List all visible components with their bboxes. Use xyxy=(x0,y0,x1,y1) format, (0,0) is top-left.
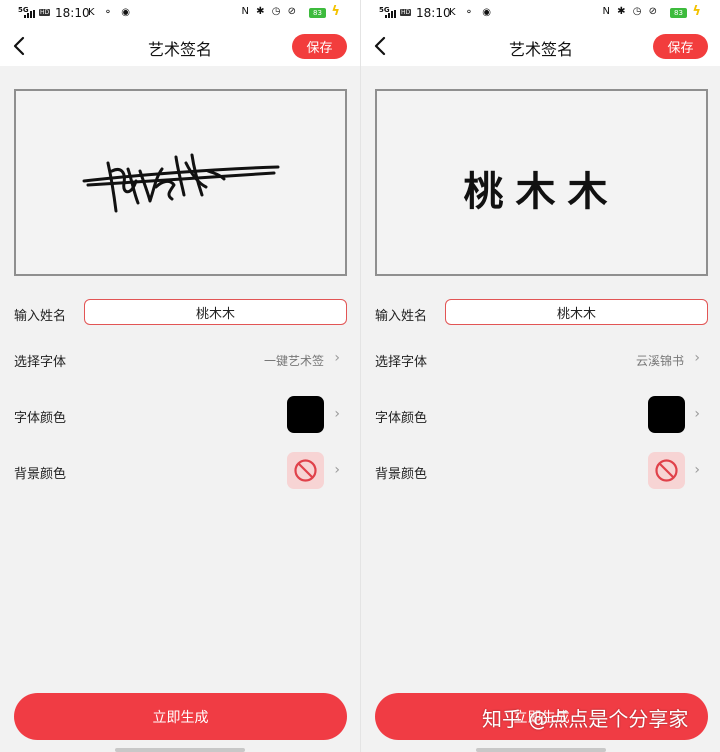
signal-icon xyxy=(385,10,397,18)
save-button[interactable]: 保存 xyxy=(653,34,708,59)
signal-icon xyxy=(24,10,36,18)
chevron-right-icon[interactable]: › xyxy=(694,463,700,477)
status-bar: 5G HD 18:10 K ⚬ ◉ N ✱ ◷ ⊘ 83 ϟ xyxy=(0,0,360,26)
app-header: 艺术签名 保存 xyxy=(0,26,360,66)
system-icons: N ✱ ◷ ⊘ xyxy=(241,6,298,17)
home-indicator[interactable] xyxy=(115,748,245,752)
hd-badge: HD xyxy=(400,9,412,16)
font-color-label: 字体颜色 xyxy=(375,411,428,426)
font-label: 选择字体 xyxy=(14,355,67,370)
charging-icon: ϟ xyxy=(331,4,340,19)
notification-icons: K ⚬ ◉ xyxy=(88,7,134,18)
name-label: 输入姓名 xyxy=(14,309,67,324)
system-icons: N ✱ ◷ ⊘ xyxy=(602,6,659,17)
chevron-right-icon[interactable]: › xyxy=(334,351,340,365)
status-time: 18:10 xyxy=(416,6,451,20)
background-color-label: 背景颜色 xyxy=(375,467,428,482)
font-value[interactable]: 云溪锦书 xyxy=(636,352,684,369)
signature-preview xyxy=(14,89,347,276)
chevron-right-icon[interactable]: › xyxy=(694,407,700,421)
battery-icon: 83 xyxy=(670,8,687,18)
art-signature-drawing xyxy=(82,153,280,213)
chevron-right-icon[interactable]: › xyxy=(334,407,340,421)
font-color-label: 字体颜色 xyxy=(14,411,67,426)
chevron-right-icon[interactable]: › xyxy=(334,463,340,477)
font-color-swatch[interactable] xyxy=(648,396,685,433)
font-label: 选择字体 xyxy=(375,355,428,370)
chevron-right-icon[interactable]: › xyxy=(694,351,700,365)
signature-text: 桃木木 xyxy=(463,168,620,215)
name-label: 输入姓名 xyxy=(375,309,428,324)
name-input[interactable] xyxy=(84,299,347,325)
generate-button[interactable]: 立即生成 xyxy=(14,693,347,740)
background-color-swatch[interactable] xyxy=(287,452,324,489)
battery-icon: 83 xyxy=(309,8,326,18)
background-color-label: 背景颜色 xyxy=(14,467,67,482)
charging-icon: ϟ xyxy=(692,4,701,19)
left-screen: 5G HD 18:10 K ⚬ ◉ N ✱ ◷ ⊘ 83 ϟ 艺术签名 保存 输… xyxy=(0,0,360,752)
app-header: 艺术签名 保存 xyxy=(361,26,720,66)
save-button[interactable]: 保存 xyxy=(292,34,347,59)
status-bar: 5G HD 18:10 K ⚬ ◉ N ✱ ◷ ⊘ 83 ϟ xyxy=(361,0,720,26)
prohibited-icon xyxy=(655,459,678,482)
notification-icons: K ⚬ ◉ xyxy=(449,7,495,18)
font-value[interactable]: 一键艺术签 xyxy=(264,352,324,369)
prohibited-icon xyxy=(294,459,317,482)
signature-preview: 桃木木 xyxy=(375,89,708,276)
name-input[interactable] xyxy=(445,299,708,325)
status-time: 18:10 xyxy=(55,6,90,20)
background-color-swatch[interactable] xyxy=(648,452,685,489)
home-indicator[interactable] xyxy=(476,748,606,752)
right-screen: 5G HD 18:10 K ⚬ ◉ N ✱ ◷ ⊘ 83 ϟ 艺术签名 保存 桃… xyxy=(360,0,720,752)
font-color-swatch[interactable] xyxy=(287,396,324,433)
watermark-text: 知乎 @点点是个分享家 xyxy=(482,707,689,731)
hd-badge: HD xyxy=(39,9,51,16)
